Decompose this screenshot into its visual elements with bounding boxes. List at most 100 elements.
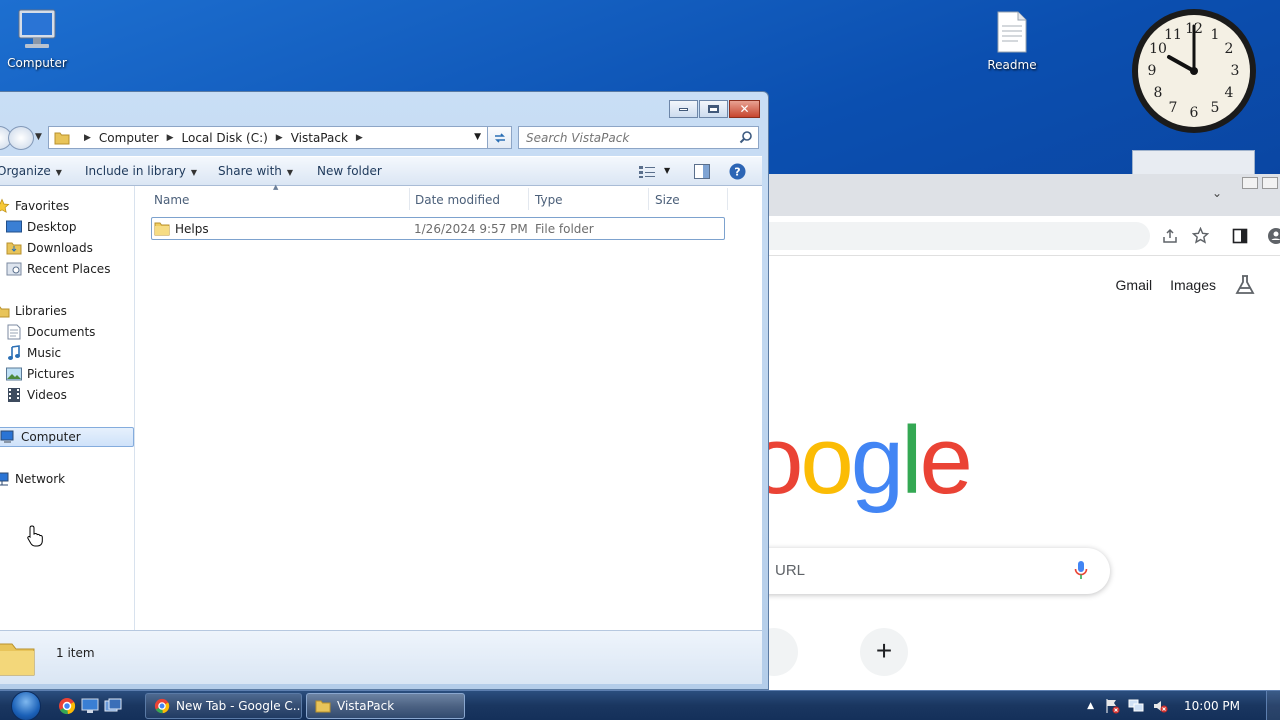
address-bar[interactable]: ▶ Computer ▶ Local Disk (C:) ▶ VistaPack… bbox=[48, 126, 512, 149]
search-box[interactable] bbox=[518, 126, 759, 149]
show-desktop-button[interactable] bbox=[1266, 691, 1280, 720]
show-hidden-icons-icon[interactable]: ▲ bbox=[1087, 701, 1094, 711]
column-header-name[interactable]: Name bbox=[154, 193, 189, 207]
maximize-button[interactable] bbox=[1262, 177, 1278, 189]
nav-documents[interactable]: Documents bbox=[6, 322, 95, 342]
nav-music[interactable]: Music bbox=[6, 343, 61, 363]
quicklaunch-window-switcher[interactable] bbox=[103, 696, 123, 716]
downloads-folder-icon bbox=[6, 240, 22, 256]
folder-icon bbox=[54, 132, 70, 144]
include-label: Include in library bbox=[85, 164, 186, 178]
quicklaunch-show-desktop[interactable] bbox=[80, 696, 100, 716]
breadcrumb-arrow-icon[interactable]: ▶ bbox=[167, 133, 174, 143]
column-divider[interactable] bbox=[648, 188, 649, 210]
bookmark-star-icon[interactable] bbox=[1192, 227, 1209, 244]
file-list[interactable]: ▲ Name Date modified Type Size Helps 1/2… bbox=[136, 183, 762, 630]
chevron-down-icon: ▼ bbox=[55, 168, 62, 177]
nav-network[interactable]: Network bbox=[0, 469, 65, 489]
breadcrumb-local-disk[interactable]: Local Disk (C:) bbox=[182, 131, 268, 145]
view-dropdown-icon[interactable]: ▼ bbox=[664, 166, 670, 175]
volume-muted-icon[interactable] bbox=[1152, 698, 1168, 714]
navigation-pane[interactable]: Favorites Desktop Downloads Recent Place… bbox=[0, 186, 135, 630]
taskbar-clock[interactable]: 10:00 PM bbox=[1184, 699, 1240, 713]
gadget-thumbnail[interactable] bbox=[1132, 150, 1255, 176]
folder-icon bbox=[315, 700, 331, 713]
close-icon: ✕ bbox=[739, 102, 750, 116]
breadcrumb-arrow-icon[interactable]: ▶ bbox=[356, 133, 363, 143]
explorer-content: Favorites Desktop Downloads Recent Place… bbox=[0, 183, 762, 630]
nav-pictures[interactable]: Pictures bbox=[6, 364, 75, 384]
nav-videos[interactable]: Videos bbox=[6, 385, 67, 405]
nav-label: Libraries bbox=[15, 304, 67, 318]
microphone-icon[interactable] bbox=[1074, 560, 1088, 580]
mouse-cursor-icon bbox=[27, 525, 43, 547]
taskbar-button-chrome[interactable]: New Tab - Google C... bbox=[145, 693, 302, 719]
help-icon[interactable]: ? bbox=[729, 163, 746, 180]
minimize-button[interactable] bbox=[1242, 177, 1258, 189]
column-divider[interactable] bbox=[409, 188, 410, 210]
details-pane: 1 item bbox=[0, 630, 762, 684]
preview-pane-icon[interactable] bbox=[694, 164, 710, 179]
desktop-icon-computer[interactable]: Computer bbox=[0, 8, 77, 70]
side-panel-icon[interactable] bbox=[1232, 228, 1248, 244]
search-input[interactable] bbox=[519, 127, 729, 148]
svg-text:9: 9 bbox=[1148, 63, 1157, 79]
breadcrumb-vistapack[interactable]: VistaPack bbox=[291, 131, 348, 145]
tab-search-button[interactable]: ⌄ bbox=[1212, 186, 1222, 200]
window-controls: ✕ bbox=[669, 100, 760, 118]
chrome-icon bbox=[59, 698, 76, 715]
explorer-window: ✕ ▼ ▶ Computer ▶ Local Disk (C:) ▶ Vista… bbox=[0, 91, 769, 690]
action-center-flag-icon[interactable] bbox=[1104, 698, 1120, 714]
start-button[interactable] bbox=[6, 691, 46, 720]
forward-button[interactable] bbox=[8, 126, 34, 150]
include-in-library-menu[interactable]: Include in library ▼ bbox=[85, 164, 197, 178]
nav-label: Music bbox=[27, 346, 62, 360]
nav-libraries[interactable]: Libraries bbox=[0, 301, 67, 321]
maximize-button[interactable] bbox=[699, 100, 728, 118]
recent-pages-icon[interactable]: ▼ bbox=[35, 132, 42, 142]
column-divider[interactable] bbox=[727, 188, 728, 210]
clock-gadget[interactable]: 1212 345 678 91011 bbox=[1131, 8, 1257, 134]
share-with-menu[interactable]: Share with ▼ bbox=[218, 164, 293, 178]
breadcrumb-arrow-icon[interactable]: ▶ bbox=[276, 133, 283, 143]
text-document-icon bbox=[997, 11, 1027, 53]
address-dropdown-icon[interactable]: ▼ bbox=[474, 132, 481, 142]
column-header-date-modified[interactable]: Date modified bbox=[415, 193, 500, 207]
window-switcher-icon bbox=[104, 698, 122, 712]
nav-computer[interactable]: Computer bbox=[0, 427, 134, 447]
images-link[interactable]: Images bbox=[1170, 277, 1216, 293]
file-date-modified: 1/26/2024 9:57 PM bbox=[414, 222, 528, 236]
logo-letter: l bbox=[901, 407, 922, 514]
share-icon[interactable] bbox=[1162, 228, 1178, 244]
nav-label: Videos bbox=[27, 388, 67, 402]
nav-recent-places[interactable]: Recent Places bbox=[6, 259, 110, 279]
add-shortcut-button[interactable]: + bbox=[860, 628, 908, 676]
close-button[interactable]: ✕ bbox=[729, 100, 760, 118]
breadcrumb-arrow-icon[interactable]: ▶ bbox=[84, 133, 91, 143]
file-row[interactable]: Helps 1/26/2024 9:57 PM File folder bbox=[151, 217, 725, 240]
view-options-icon[interactable] bbox=[639, 165, 655, 179]
breadcrumb-computer[interactable]: Computer bbox=[99, 131, 159, 145]
profile-icon[interactable] bbox=[1264, 227, 1280, 245]
quicklaunch-chrome[interactable] bbox=[57, 696, 77, 716]
nav-desktop[interactable]: Desktop bbox=[6, 217, 77, 237]
column-header-size[interactable]: Size bbox=[655, 193, 680, 207]
recent-places-icon bbox=[6, 261, 22, 277]
minimize-button[interactable] bbox=[669, 100, 698, 118]
google-search-box[interactable]: URL bbox=[750, 548, 1110, 594]
column-divider[interactable] bbox=[528, 188, 529, 210]
network-status-icon[interactable] bbox=[1128, 698, 1144, 714]
search-icon[interactable] bbox=[739, 130, 753, 144]
nav-label: Network bbox=[15, 472, 66, 486]
column-header-type[interactable]: Type bbox=[535, 193, 563, 207]
new-folder-button[interactable]: New folder bbox=[317, 164, 382, 178]
taskbar-button-vistapack[interactable]: VistaPack bbox=[306, 693, 465, 719]
svg-text:10: 10 bbox=[1149, 41, 1167, 57]
nav-favorites[interactable]: Favorites bbox=[0, 196, 69, 216]
refresh-button[interactable] bbox=[487, 126, 512, 149]
desktop-icon-readme[interactable]: Readme bbox=[972, 10, 1052, 72]
labs-flask-icon[interactable] bbox=[1234, 274, 1256, 296]
nav-downloads[interactable]: Downloads bbox=[6, 238, 93, 258]
organize-menu[interactable]: Organize ▼ bbox=[0, 164, 62, 178]
gmail-link[interactable]: Gmail bbox=[1116, 277, 1153, 293]
